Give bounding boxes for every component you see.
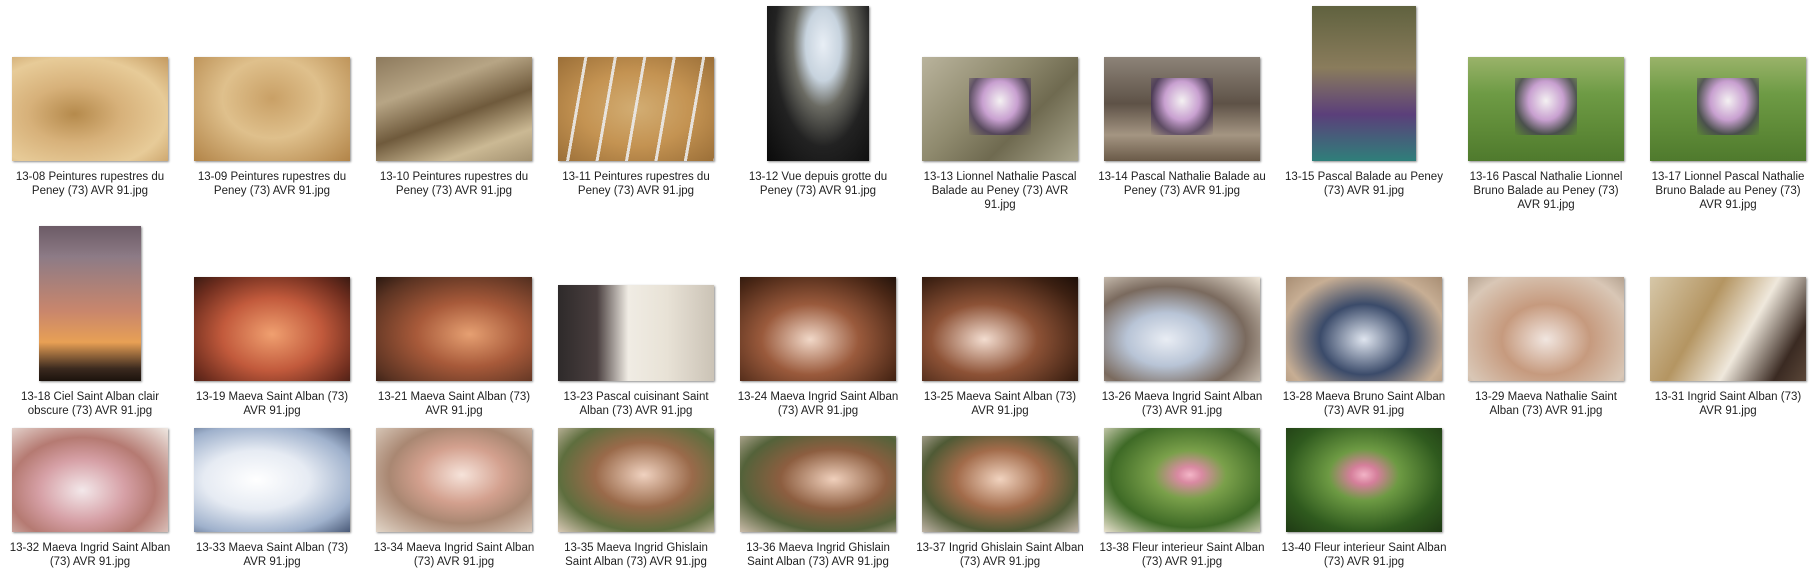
image-thumbnail[interactable] [376,57,532,161]
image-thumbnail[interactable] [922,57,1078,161]
file-item[interactable]: 13-25 Maeva Saint Alban (73) AVR 91.jpg [915,225,1085,418]
file-name: 13-32 Maeva Ingrid Saint Alban (73) AVR … [9,542,171,568]
image-thumbnail[interactable] [1286,428,1442,532]
image-thumbnail[interactable] [922,436,1078,532]
file-item[interactable]: 13-38 Fleur interieur Saint Alban (73) A… [1097,426,1267,569]
file-item[interactable]: 13-36 Maeva Ingrid Ghislain Saint Alban … [733,426,903,569]
file-item[interactable]: 13-40 Fleur interieur Saint Alban (73) A… [1279,426,1449,569]
file-name: 13-31 Ingrid Saint Alban (73) AVR 91.jpg [1654,391,1802,417]
image-thumbnail[interactable] [194,277,350,381]
image-thumbnail[interactable] [1650,57,1806,161]
image-thumbnail[interactable] [558,285,714,381]
image-thumbnail[interactable] [558,428,714,532]
image-thumbnail[interactable] [1650,277,1806,381]
file-name: 13-08 Peintures rupestres du Peney (73) … [15,171,165,197]
file-item[interactable]: 13-29 Maeva Nathalie Saint Alban (73) AV… [1461,225,1631,418]
image-thumbnail[interactable] [1104,428,1260,532]
image-thumbnail[interactable] [740,436,896,532]
file-item[interactable]: 13-15 Pascal Balade au Peney (73) AVR 91… [1279,5,1449,198]
file-name: 13-10 Peintures rupestres du Peney (73) … [379,171,529,197]
file-item[interactable]: 13-37 Ingrid Ghislain Saint Alban (73) A… [915,426,1085,569]
file-name: 13-29 Maeva Nathalie Saint Alban (73) AV… [1475,391,1617,417]
file-item[interactable]: 13-32 Maeva Ingrid Saint Alban (73) AVR … [5,426,175,569]
image-thumbnail[interactable] [1468,277,1624,381]
file-name: 13-37 Ingrid Ghislain Saint Alban (73) A… [916,542,1084,568]
image-thumbnail[interactable] [194,428,350,532]
file-item[interactable]: 13-10 Peintures rupestres du Peney (73) … [369,5,539,198]
image-thumbnail[interactable] [12,428,168,532]
file-name: 13-12 Vue depuis grotte du Peney (73) AV… [748,171,888,197]
file-name: 13-14 Pascal Nathalie Balade au Peney (7… [1098,171,1266,197]
file-item[interactable]: 13-12 Vue depuis grotte du Peney (73) AV… [733,5,903,198]
file-name: 13-24 Maeva Ingrid Saint Alban (73) AVR … [737,391,899,417]
image-thumbnail[interactable] [1286,277,1442,381]
file-item[interactable]: 13-14 Pascal Nathalie Balade au Peney (7… [1097,5,1267,198]
image-thumbnail[interactable] [376,428,532,532]
image-thumbnail[interactable] [1104,57,1260,161]
image-thumbnail[interactable] [12,57,168,161]
file-item[interactable]: 13-13 Lionnel Nathalie Pascal Balade au … [915,5,1085,212]
image-thumbnail[interactable] [39,226,141,381]
file-item[interactable]: 13-23 Pascal cuisinant Saint Alban (73) … [551,225,721,418]
file-item[interactable]: 13-24 Maeva Ingrid Saint Alban (73) AVR … [733,225,903,418]
file-item[interactable]: 13-21 Maeva Saint Alban (73) AVR 91.jpg [369,225,539,418]
image-thumbnail[interactable] [1468,57,1624,161]
file-name: 13-26 Maeva Ingrid Saint Alban (73) AVR … [1101,391,1263,417]
image-thumbnail[interactable] [1312,6,1416,161]
image-thumbnail[interactable] [767,6,869,161]
file-item[interactable]: 13-31 Ingrid Saint Alban (73) AVR 91.jpg [1643,225,1813,418]
file-name: 13-17 Lionnel Pascal Nathalie Bruno Bala… [1651,171,1805,211]
file-name: 13-13 Lionnel Nathalie Pascal Balade au … [923,171,1077,211]
image-thumbnail[interactable] [922,277,1078,381]
file-name: 13-25 Maeva Saint Alban (73) AVR 91.jpg [923,391,1077,417]
file-item[interactable]: 13-33 Maeva Saint Alban (73) AVR 91.jpg [187,426,357,569]
file-item[interactable]: 13-34 Maeva Ingrid Saint Alban (73) AVR … [369,426,539,569]
file-item[interactable]: 13-16 Pascal Nathalie Lionnel Bruno Bala… [1461,5,1631,212]
file-name: 13-16 Pascal Nathalie Lionnel Bruno Bala… [1469,171,1623,211]
file-name: 13-38 Fleur interieur Saint Alban (73) A… [1099,542,1265,568]
file-item[interactable]: 13-11 Peintures rupestres du Peney (73) … [551,5,721,198]
file-name: 13-21 Maeva Saint Alban (73) AVR 91.jpg [377,391,531,417]
file-name: 13-15 Pascal Balade au Peney (73) AVR 91… [1285,171,1443,197]
file-name: 13-35 Maeva Ingrid Ghislain Saint Alban … [564,542,708,568]
file-item[interactable]: 13-09 Peintures rupestres du Peney (73) … [187,5,357,198]
image-thumbnail[interactable] [194,57,350,161]
image-thumbnail[interactable] [376,277,532,381]
file-name: 13-09 Peintures rupestres du Peney (73) … [197,171,347,197]
file-item[interactable]: 13-28 Maeva Bruno Saint Alban (73) AVR 9… [1279,225,1449,418]
image-thumbnail[interactable] [1104,277,1260,381]
file-item[interactable]: 13-18 Ciel Saint Alban clair obscure (73… [5,225,175,418]
file-item[interactable]: 13-19 Maeva Saint Alban (73) AVR 91.jpg [187,225,357,418]
file-name: 13-11 Peintures rupestres du Peney (73) … [562,171,710,197]
image-thumbnail[interactable] [558,57,714,161]
file-name: 13-34 Maeva Ingrid Saint Alban (73) AVR … [373,542,535,568]
image-thumbnail[interactable] [740,277,896,381]
file-item[interactable]: 13-17 Lionnel Pascal Nathalie Bruno Bala… [1643,5,1813,212]
file-name: 13-33 Maeva Saint Alban (73) AVR 91.jpg [195,542,349,568]
file-name: 13-36 Maeva Ingrid Ghislain Saint Alban … [746,542,890,568]
file-name: 13-18 Ciel Saint Alban clair obscure (73… [20,391,160,417]
file-item[interactable]: 13-26 Maeva Ingrid Saint Alban (73) AVR … [1097,225,1267,418]
file-name: 13-28 Maeva Bruno Saint Alban (73) AVR 9… [1282,391,1446,417]
file-name: 13-23 Pascal cuisinant Saint Alban (73) … [563,391,709,417]
file-name: 13-40 Fleur interieur Saint Alban (73) A… [1281,542,1447,568]
file-item[interactable]: 13-08 Peintures rupestres du Peney (73) … [5,5,175,198]
file-item[interactable]: 13-35 Maeva Ingrid Ghislain Saint Alban … [551,426,721,569]
file-name: 13-19 Maeva Saint Alban (73) AVR 91.jpg [195,391,349,417]
